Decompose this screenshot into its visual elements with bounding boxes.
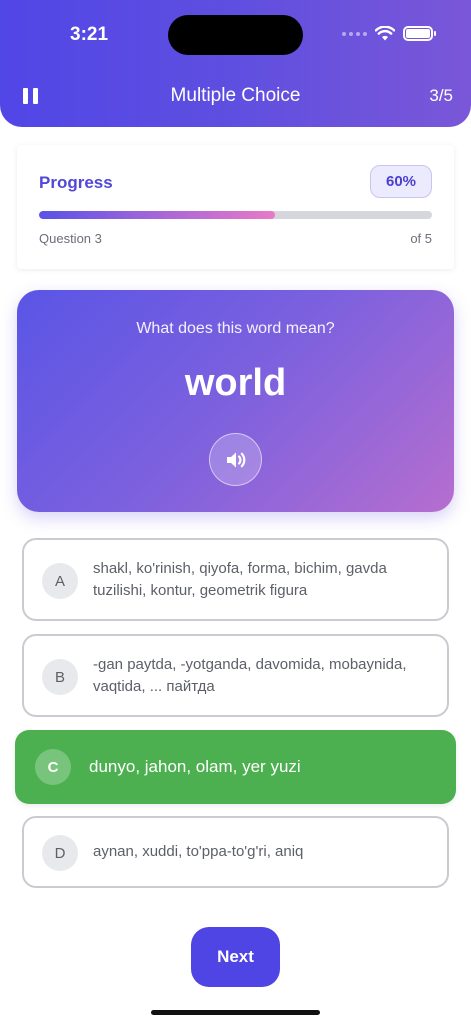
battery-icon — [403, 26, 436, 41]
header: 3:21 Multiple Choice 3/5 — [0, 0, 471, 127]
page-title: Multiple Choice — [170, 85, 301, 106]
wifi-icon — [375, 26, 395, 41]
answer-option-c[interactable]: C dunyo, jahon, olam, yer yuzi — [15, 730, 456, 804]
question-counter: 3/5 — [429, 86, 453, 105]
answer-option-b[interactable]: B -gan paytda, -yotganda, davomida, moba… — [22, 634, 449, 717]
status-time: 3:21 — [70, 24, 109, 45]
progress-track — [39, 211, 432, 219]
progress-bar-fill — [39, 211, 275, 219]
dynamic-island — [168, 15, 303, 55]
status-icons — [342, 26, 436, 41]
answer-option-a[interactable]: A shakl, ko'rinish, qiyofa, forma, bichi… — [22, 538, 449, 621]
option-letter: B — [42, 659, 78, 695]
answer-option-d[interactable]: D aynan, xuddi, to'ppa-to'g'ri, aniq — [22, 816, 449, 888]
progress-card: Progress 60% Question 3 of 5 — [17, 145, 454, 269]
next-button[interactable]: Next — [191, 927, 280, 987]
option-text: shakl, ko'rinish, qiyofa, forma, bichim,… — [93, 560, 387, 599]
option-letter: C — [35, 749, 71, 785]
option-letter: A — [42, 563, 78, 599]
question-card: What does this word mean? world — [17, 290, 454, 512]
question-word: world — [184, 362, 287, 404]
option-letter: D — [42, 835, 78, 871]
question-total: of 5 — [410, 231, 432, 246]
signal-icon — [342, 31, 367, 36]
speaker-icon — [226, 452, 245, 467]
option-text: dunyo, jahon, olam, yer yuzi — [89, 757, 301, 776]
home-indicator — [151, 1010, 320, 1015]
question-prompt: What does this word mean? — [136, 320, 335, 337]
play-audio-button[interactable] — [209, 433, 262, 486]
progress-percent-badge: 60% — [370, 165, 432, 198]
option-text: -gan paytda, -yotganda, davomida, mobayn… — [93, 656, 407, 695]
option-text: aynan, xuddi, to'ppa-to'g'ri, aniq — [93, 843, 304, 860]
progress-label: Progress — [39, 173, 113, 192]
question-number: Question 3 — [39, 231, 102, 246]
